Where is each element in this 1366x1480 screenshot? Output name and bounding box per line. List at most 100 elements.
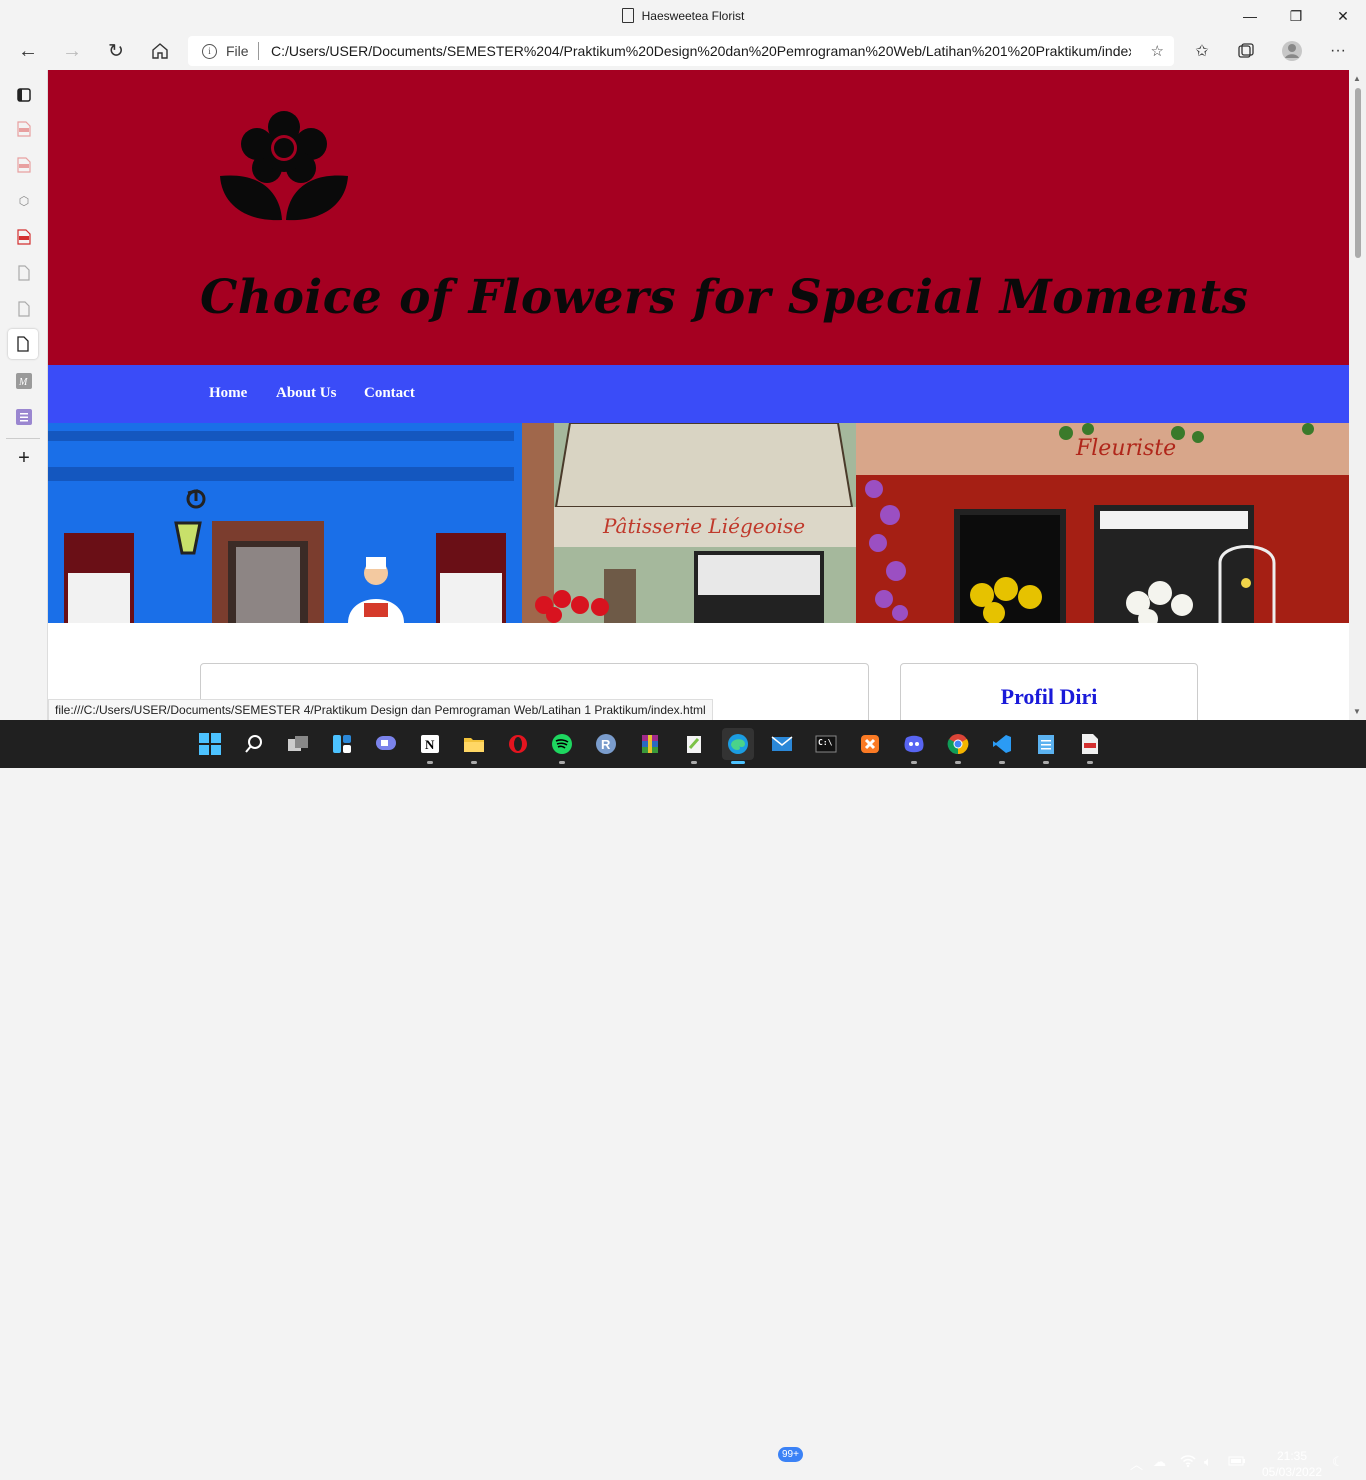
file-tab-icon[interactable] [12,261,36,285]
site-tagline: Choice of Flowers for Special Moments [200,270,1249,325]
volume-icon[interactable]: 🔈︎ [1204,1454,1212,1470]
title-bar: Haesweetea Florist — ❐ ✕ [0,0,1366,32]
scroll-down-arrow[interactable]: ▼ [1353,707,1361,716]
vscode-button[interactable] [986,728,1018,764]
list-tab-icon[interactable] [12,405,36,429]
spotify-icon [552,734,572,754]
system-clock[interactable]: 21:35 05/03/2022 [1252,1448,1332,1480]
nav-contact-link[interactable]: Contact [364,385,415,402]
svg-text:C:\: C:\ [818,738,833,747]
search-button[interactable] [238,728,270,760]
address-bar[interactable]: i File C:/Users/USER/Documents/SEMESTER%… [188,36,1174,66]
profile-button[interactable] [1276,36,1308,66]
flower-logo-icon [220,111,348,221]
notepad-icon [1038,735,1054,754]
notepad-button[interactable] [1030,728,1062,764]
scheme-label: File [226,43,249,59]
document-icon [621,8,634,23]
notification-center-icon[interactable]: ☾ [1332,1454,1344,1470]
scroll-up-arrow[interactable]: ▲ [1353,74,1361,83]
home-button[interactable] [144,36,176,66]
battery-icon[interactable] [1228,1454,1246,1469]
browser-toolbar: ← → ↻ i File C:/Users/USER/Documents/SEM… [0,32,1366,70]
chat-icon [376,736,396,750]
profile-heading: Profil Diri [1000,684,1098,709]
address-separator [258,42,259,60]
chrome-icon [947,734,969,755]
edge-icon [728,734,748,754]
wifi-icon[interactable] [1180,1454,1196,1471]
svg-text:M: M [18,377,28,388]
back-button[interactable]: ← [12,36,44,66]
notion-icon: N [421,735,439,753]
mail-button[interactable] [766,728,798,760]
forward-button[interactable]: → [56,36,88,66]
tab-actions-icon[interactable] [12,83,36,107]
notepadpp-button[interactable] [678,728,710,764]
pdf-file-icon [1082,734,1098,754]
mail-unread-badge: 99+ [778,1447,803,1462]
pdf-tab-icon[interactable] [12,153,36,177]
file-explorer-button[interactable] [458,728,490,764]
link-status-bar: file:///C:/Users/USER/Documents/SEMESTER… [48,699,713,721]
tray-overflow-chevron-icon[interactable]: ︿ [1130,1454,1143,1473]
profile-card: Profil Diri [900,663,1198,720]
task-view-button[interactable] [282,728,314,760]
avatar-icon [1282,41,1302,61]
scrollbar-thumb[interactable] [1355,88,1361,258]
widgets-icon [333,735,351,753]
main-navigation: Home About Us Contact [48,365,1349,423]
r-app-button[interactable]: R [590,728,622,760]
codepen-tab-icon[interactable]: ⬡ [12,189,36,213]
url-text[interactable]: C:/Users/USER/Documents/SEMESTER%204/Pra… [271,43,1131,59]
notion-app-button[interactable]: N [414,728,446,764]
site-header: Choice of Flowers for Special Moments [48,70,1349,365]
opera-browser-button[interactable] [502,728,534,760]
file-tab-icon[interactable] [8,329,38,359]
svg-text:R: R [601,737,611,752]
new-tab-icon[interactable]: + [12,446,36,470]
close-button[interactable]: ✕ [1320,0,1366,32]
spotify-button[interactable] [546,728,578,764]
winrar-icon [642,735,658,753]
vertical-scrollbar[interactable]: ▲ ▼ [1349,70,1366,720]
info-icon[interactable]: i [202,44,217,59]
file-tab-icon[interactable] [12,297,36,321]
pdf-tab-icon[interactable] [12,117,36,141]
mail-icon [771,736,793,751]
home-icon [152,43,168,59]
edge-browser-button[interactable] [722,728,754,764]
medium-tab-icon[interactable]: M [12,369,36,393]
nav-home-link[interactable]: Home [209,385,247,402]
discord-icon [904,735,924,753]
winrar-button[interactable] [634,728,666,760]
sidebar-divider [6,438,40,439]
pdf-reader-button[interactable] [1074,728,1106,764]
opera-icon [509,735,527,753]
start-button[interactable] [194,728,226,760]
restore-button[interactable]: ❐ [1273,0,1319,32]
xampp-button[interactable] [854,728,886,760]
folder-icon [464,738,484,752]
widgets-button[interactable] [326,728,358,760]
onedrive-offline-icon[interactable]: ☁ [1153,1454,1166,1470]
terminal-icon: C:\ [815,735,837,753]
add-favorite-icon[interactable]: ☆ [1151,42,1164,60]
pdf-tab-icon[interactable] [12,225,36,249]
teams-chat-button[interactable] [370,728,402,760]
more-menu-button[interactable]: ··· [1322,36,1354,66]
window-title: Haesweetea Florist [641,9,745,23]
search-icon [245,735,262,753]
terminal-button[interactable]: C:\ [810,728,842,760]
patisserie-sign: Pâtisserie Liégeoise [602,514,805,538]
chrome-button[interactable] [942,728,974,764]
nav-about-link[interactable]: About Us [276,385,336,402]
discord-button[interactable] [898,728,930,764]
collections-button[interactable] [1230,36,1262,66]
refresh-button[interactable]: ↻ [100,36,132,66]
vscode-icon [993,735,1011,753]
page-viewport: Choice of Flowers for Special Moments Ho… [48,70,1349,720]
minimize-button[interactable]: — [1227,0,1273,32]
favorites-button[interactable]: ✩ [1186,36,1218,66]
window-title-wrap: Haesweetea Florist [0,8,1366,23]
